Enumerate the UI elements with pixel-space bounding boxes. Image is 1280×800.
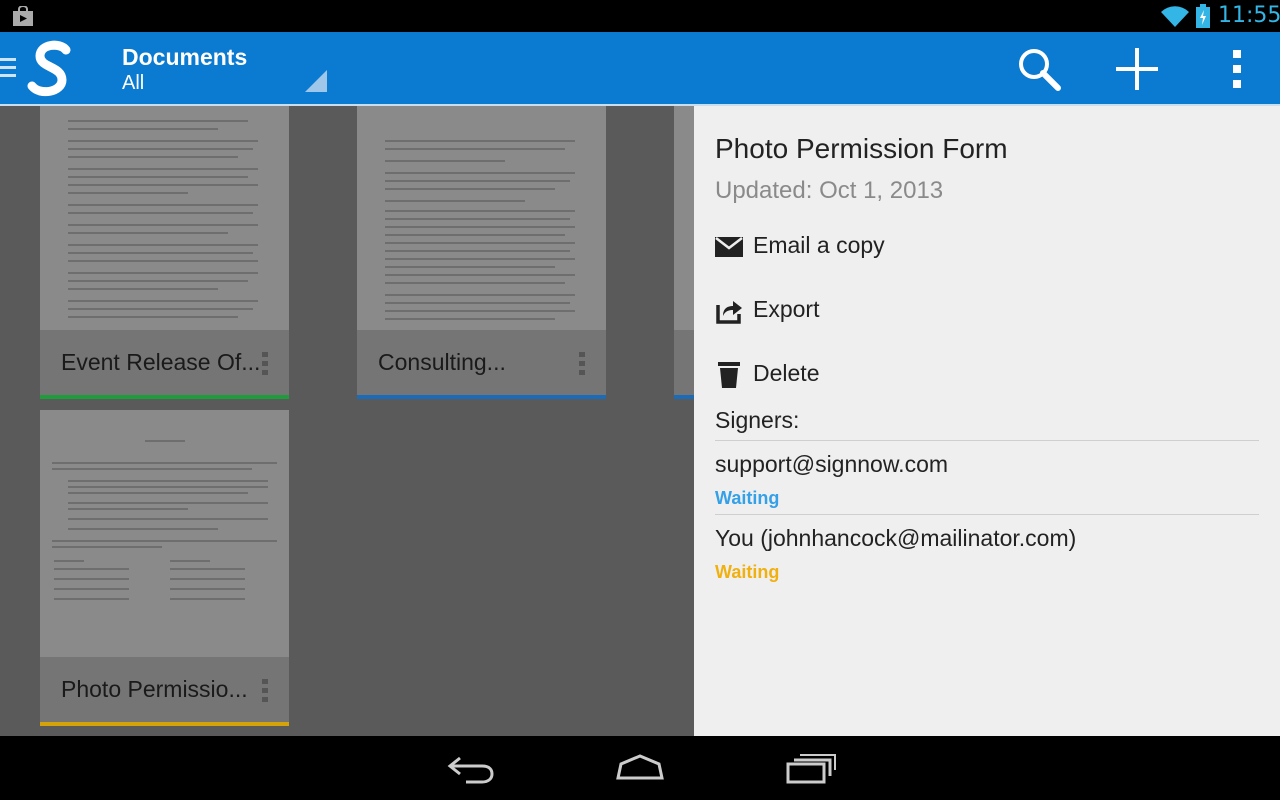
- overflow-menu-icon[interactable]: [1212, 44, 1262, 94]
- envelope-icon: [715, 237, 743, 257]
- signer-email: support@signnow.com: [715, 451, 949, 477]
- shopping-bag-icon: [13, 6, 33, 26]
- export-button[interactable]: Export: [715, 292, 1255, 332]
- wifi-icon: [1161, 6, 1189, 27]
- document-status-bar: [40, 395, 289, 399]
- signer-status: Waiting: [715, 562, 780, 582]
- document-title: Consulting...: [378, 349, 506, 375]
- action-bar: Documents All: [0, 32, 1280, 106]
- trash-icon: [718, 362, 740, 388]
- export-label: Export: [753, 296, 820, 322]
- document-label-bar: Consulting...: [357, 330, 606, 395]
- delete-button[interactable]: Delete: [715, 356, 1255, 396]
- signnow-logo-icon[interactable]: [26, 40, 76, 98]
- signer-email: You (johnhancock@mailinator.com): [715, 525, 1077, 551]
- document-thumbnail: [674, 106, 694, 330]
- document-label-bar: Photo Permissio...: [40, 657, 289, 722]
- signer-status: Waiting: [715, 488, 780, 508]
- recent-apps-icon[interactable]: [786, 750, 836, 786]
- battery-charging-icon: [1196, 4, 1210, 28]
- document-detail-panel: Photo Permission Form Updated: Oct 1, 20…: [694, 106, 1280, 736]
- document-status-bar: [357, 395, 606, 399]
- document-status-bar: [40, 722, 289, 726]
- back-icon[interactable]: [446, 750, 496, 786]
- document-thumbnail: [357, 106, 606, 330]
- document-updated-date: Updated: Oct 1, 2013: [715, 177, 944, 204]
- divider: [715, 514, 1259, 515]
- document-thumbnail: [40, 410, 289, 657]
- document-title: Photo Permissio...: [61, 676, 248, 702]
- more-options-icon[interactable]: [579, 352, 587, 376]
- export-icon: [716, 301, 742, 324]
- add-icon[interactable]: [1112, 44, 1162, 94]
- document-thumbnail: [40, 106, 289, 330]
- delete-label: Delete: [753, 360, 820, 386]
- status-bar: 11:55: [0, 0, 1280, 32]
- document-status-bar: [674, 395, 694, 399]
- page-title: Documents: [122, 44, 248, 70]
- document-grid: Event Release Of... Consulting... Photo …: [0, 106, 694, 736]
- more-options-icon[interactable]: [262, 352, 270, 376]
- dropdown-triangle-icon: [305, 70, 327, 92]
- search-icon[interactable]: [1014, 44, 1064, 94]
- signers-heading: Signers:: [715, 407, 800, 433]
- clock: 11:55: [1218, 3, 1280, 28]
- document-filter-value: All: [122, 72, 145, 94]
- system-navigation-bar: [0, 736, 1280, 800]
- more-options-icon[interactable]: [262, 679, 270, 703]
- divider: [715, 440, 1259, 441]
- email-copy-label: Email a copy: [753, 232, 885, 258]
- document-title: Event Release Of...: [61, 349, 261, 375]
- email-copy-button[interactable]: Email a copy: [715, 228, 1255, 268]
- document-label-bar: Event Release Of...: [40, 330, 289, 395]
- home-icon[interactable]: [615, 750, 665, 786]
- document-detail-title: Photo Permission Form: [715, 133, 1008, 164]
- document-label-bar: [674, 330, 694, 395]
- drawer-menu-icon[interactable]: [0, 54, 18, 82]
